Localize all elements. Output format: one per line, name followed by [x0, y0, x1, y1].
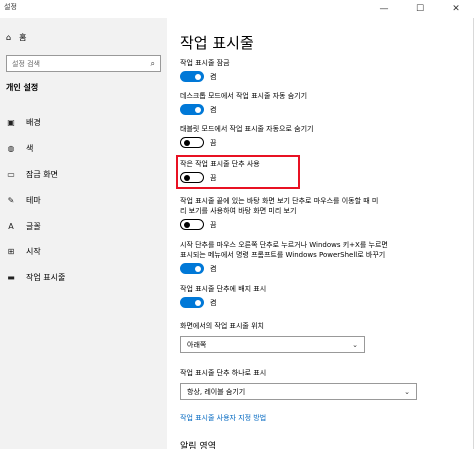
sidebar-item-background[interactable]: ▣ 배경 [6, 110, 65, 136]
sidebar-item-label: 배경 [26, 118, 41, 128]
toggle-knob [184, 139, 190, 146]
main-content: 작업 표시줄 작업 표시줄 잠금 켬 데스크톱 모드에서 작업 표시줄 자동 숨… [176, 18, 460, 449]
sidebar-item-taskbar[interactable]: ▬ 작업 표시줄 [6, 265, 65, 291]
setting-powershell: 시작 단추를 마우스 오른쪽 단추로 누르거나 Windows 키+X를 누르면… [180, 240, 388, 274]
toggle-knob [195, 299, 201, 306]
setting-label: 작업 표시줄 잠금 [180, 59, 230, 67]
position-dropdown[interactable]: 아래쪽 ⌄ [180, 336, 365, 353]
customize-taskbar-link[interactable]: 작업 표시줄 사용자 지정 방법 [180, 413, 266, 423]
search-input[interactable]: 설정 검색 [12, 59, 40, 69]
window-title: 설정 [4, 3, 17, 11]
toggle-switch[interactable] [180, 297, 204, 308]
setting-autohide-tablet: 태블릿 모드에서 작업 표시줄 자동으로 숨기기 끔 [180, 124, 314, 148]
setting-label: 작업 표시줄 단추 하나로 표시 [180, 369, 267, 377]
setting-label-line2: 표시되는 메뉴에서 명령 프롬프트를 Windows PowerShell로 바… [180, 251, 386, 259]
sidebar-item-label: 테마 [26, 195, 41, 205]
start-icon: ⊞ [7, 247, 15, 257]
lock-screen-icon: ▭ [7, 169, 15, 179]
setting-label-line2: 리 보기를 사용하여 바탕 화면 미리 보기 [180, 207, 297, 215]
setting-combine: 작업 표시줄 단추 하나로 표시 항상, 레이블 숨기기 ⌄ [180, 368, 417, 400]
title-bar: 설정 — ☐ ✕ [0, 0, 474, 18]
toggle-state: 켬 [210, 264, 217, 273]
toggle-switch[interactable] [180, 172, 204, 183]
toggle-knob [184, 221, 190, 228]
sidebar-item-theme[interactable]: ✎ 테마 [6, 187, 65, 213]
search-box[interactable]: 설정 검색 ⌕ [6, 55, 161, 72]
toggle-state: 끔 [210, 138, 217, 147]
sidebar-item-label: 잠금 화면 [26, 169, 58, 179]
chevron-down-icon: ⌄ [352, 340, 358, 349]
setting-peek: 작업 표시줄 끝에 있는 바탕 화면 보기 단추로 마우스를 이동할 때 미 리… [180, 196, 378, 230]
toggle-knob [184, 174, 190, 181]
sidebar-item-label: 시작 [26, 247, 41, 257]
setting-label: 작은 작업 표시줄 단추 사용 [180, 160, 260, 168]
sidebar-item-label: 작업 표시줄 [26, 273, 66, 283]
setting-label: 화면에서의 작업 표시줄 위치 [180, 322, 264, 330]
taskbar-icon: ▬ [7, 273, 15, 283]
toggle-switch[interactable] [180, 137, 204, 148]
close-button[interactable]: ✕ [438, 0, 474, 18]
home-icon: ⌂ [6, 33, 12, 42]
toggle-state: 켬 [210, 72, 217, 81]
sidebar: ⌂ 홈 설정 검색 ⌕ 개인 설정 ▣ 배경 ◍ 색 ▭ 잠금 화면 ✎ 테마 [0, 18, 167, 449]
setting-autohide-desktop: 데스크톱 모드에서 작업 표시줄 자동 숨기기 켬 [180, 91, 307, 115]
toggle-knob [195, 265, 201, 272]
search-icon[interactable]: ⌕ [151, 59, 155, 69]
sidebar-item-fonts[interactable]: A 글꼴 [6, 213, 65, 239]
sidebar-item-start[interactable]: ⊞ 시작 [6, 239, 65, 265]
dropdown-value: 아래쪽 [187, 340, 207, 349]
toggle-switch[interactable] [180, 104, 204, 115]
sidebar-item-home[interactable]: ⌂ 홈 [6, 32, 26, 43]
theme-icon: ✎ [7, 195, 15, 205]
maximize-button[interactable]: ☐ [402, 0, 438, 18]
settings-window: 설정 — ☐ ✕ ⌂ 홈 설정 검색 ⌕ 개인 설정 ▣ 배경 ◍ 색 ▭ 잠금… [0, 0, 474, 449]
chevron-down-icon: ⌄ [404, 387, 410, 396]
window-controls: — ☐ ✕ [366, 0, 474, 18]
setting-label-line1: 시작 단추를 마우스 오른쪽 단추로 누르거나 Windows 키+X를 누르면 [180, 241, 388, 249]
setting-small-buttons: 작은 작업 표시줄 단추 사용 끔 [180, 159, 260, 183]
home-label: 홈 [19, 33, 27, 42]
combine-dropdown[interactable]: 항상, 레이블 숨기기 ⌄ [180, 383, 417, 400]
sidebar-item-color[interactable]: ◍ 색 [6, 136, 65, 162]
toggle-state: 끔 [210, 220, 217, 229]
palette-icon: ◍ [7, 144, 15, 154]
page-title: 작업 표시줄 [180, 34, 254, 52]
font-icon: A [8, 221, 14, 231]
setting-label: 태블릿 모드에서 작업 표시줄 자동으로 숨기기 [180, 125, 314, 133]
notification-area-heading: 알림 영역 [180, 442, 216, 449]
toggle-knob [195, 73, 201, 80]
setting-label: 데스크톱 모드에서 작업 표시줄 자동 숨기기 [180, 92, 308, 100]
nav-list: ▣ 배경 ◍ 색 ▭ 잠금 화면 ✎ 테마 A 글꼴 ⊞ 시작 ▬ 작업 표시줄 [6, 110, 65, 291]
setting-label-line1: 작업 표시줄 끝에 있는 바탕 화면 보기 단추로 마우스를 이동할 때 미 [180, 197, 379, 205]
dropdown-value: 항상, 레이블 숨기기 [187, 387, 246, 396]
toggle-state: 켬 [210, 105, 217, 114]
sidebar-item-label: 글꼴 [26, 221, 41, 231]
toggle-switch[interactable] [180, 71, 204, 82]
toggle-switch[interactable] [180, 263, 204, 274]
minimize-button[interactable]: — [366, 0, 402, 18]
setting-lock-taskbar: 작업 표시줄 잠금 켬 [180, 58, 230, 82]
toggle-state: 켬 [210, 298, 217, 307]
section-title: 개인 설정 [6, 83, 39, 92]
toggle-switch[interactable] [180, 219, 204, 230]
toggle-knob [195, 106, 201, 113]
setting-label: 작업 표시줄 단추에 배지 표시 [180, 285, 267, 293]
sidebar-item-label: 색 [26, 144, 34, 154]
setting-position: 화면에서의 작업 표시줄 위치 아래쪽 ⌄ [180, 321, 365, 353]
toggle-state: 끔 [210, 173, 217, 182]
image-icon: ▣ [7, 118, 15, 128]
setting-badges: 작업 표시줄 단추에 배지 표시 켬 [180, 284, 266, 308]
sidebar-item-lock-screen[interactable]: ▭ 잠금 화면 [6, 162, 65, 188]
